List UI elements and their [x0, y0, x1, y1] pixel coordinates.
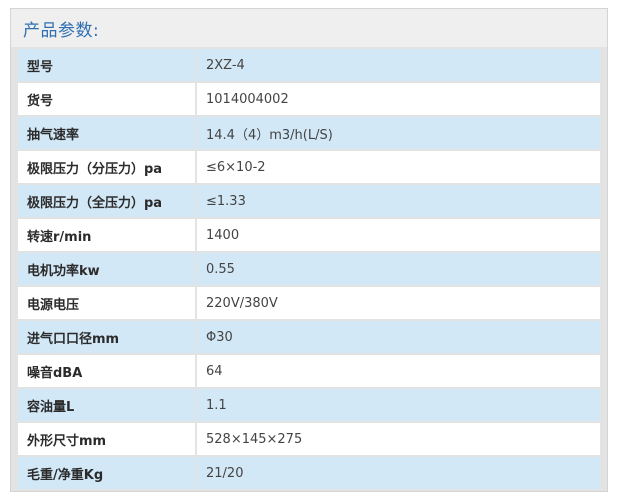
- table-row: 电源电压 220V/380V: [18, 287, 600, 319]
- param-value: 1400: [197, 219, 600, 251]
- param-value: 14.4（4）m3/h(L/S): [197, 117, 600, 149]
- param-label: 抽气速率: [18, 117, 195, 149]
- table-row: 电机功率kw 0.55: [18, 253, 600, 285]
- params-table: 型号 2XZ-4 货号 1014004002 抽气速率 14.4（4）m3/h(…: [18, 49, 600, 491]
- table-row: 外形尺寸mm 528×145×275: [18, 423, 600, 455]
- product-params-panel: 产品参数: 型号 2XZ-4 货号 1014004002 抽气速率 14.4（4…: [10, 8, 608, 492]
- table-row: 转速r/min 1400: [18, 219, 600, 251]
- param-value: 1014004002: [197, 83, 600, 115]
- param-value: ≤6×10-2: [197, 151, 600, 183]
- param-label: 转速r/min: [18, 219, 195, 251]
- param-label: 极限压力（分压力）pa: [18, 151, 195, 183]
- param-value: 528×145×275: [197, 423, 600, 455]
- param-value: 2XZ-4: [197, 49, 600, 81]
- table-row: 型号 2XZ-4: [18, 49, 600, 81]
- param-value: 21/20: [197, 457, 600, 489]
- table-row: 毛重/净重Kg 21/20: [18, 457, 600, 489]
- table-row: 极限压力（分压力）pa ≤6×10-2: [18, 151, 600, 183]
- param-label: 进气口口径mm: [18, 321, 195, 353]
- param-value: ≤1.33: [197, 185, 600, 217]
- param-value: 64: [197, 355, 600, 387]
- param-label: 电源电压: [18, 287, 195, 319]
- panel-header: 产品参数:: [11, 9, 607, 47]
- param-value: 1.1: [197, 389, 600, 421]
- table-row: 进气口口径mm Φ30: [18, 321, 600, 353]
- param-value: 220V/380V: [197, 287, 600, 319]
- table-row: 货号 1014004002: [18, 83, 600, 115]
- param-value: 0.55: [197, 253, 600, 285]
- param-label: 噪音dBA: [18, 355, 195, 387]
- param-label: 货号: [18, 83, 195, 115]
- param-label: 电机功率kw: [18, 253, 195, 285]
- param-label: 型号: [18, 49, 195, 81]
- table-row: 容油量L 1.1: [18, 389, 600, 421]
- param-label: 极限压力（全压力）pa: [18, 185, 195, 217]
- table-row: 噪音dBA 64: [18, 355, 600, 387]
- table-row: 抽气速率 14.4（4）m3/h(L/S): [18, 117, 600, 149]
- param-label: 毛重/净重Kg: [18, 457, 195, 489]
- param-value: Φ30: [197, 321, 600, 353]
- param-label: 容油量L: [18, 389, 195, 421]
- panel-title: 产品参数:: [23, 21, 100, 41]
- table-row: 极限压力（全压力）pa ≤1.33: [18, 185, 600, 217]
- param-label: 外形尺寸mm: [18, 423, 195, 455]
